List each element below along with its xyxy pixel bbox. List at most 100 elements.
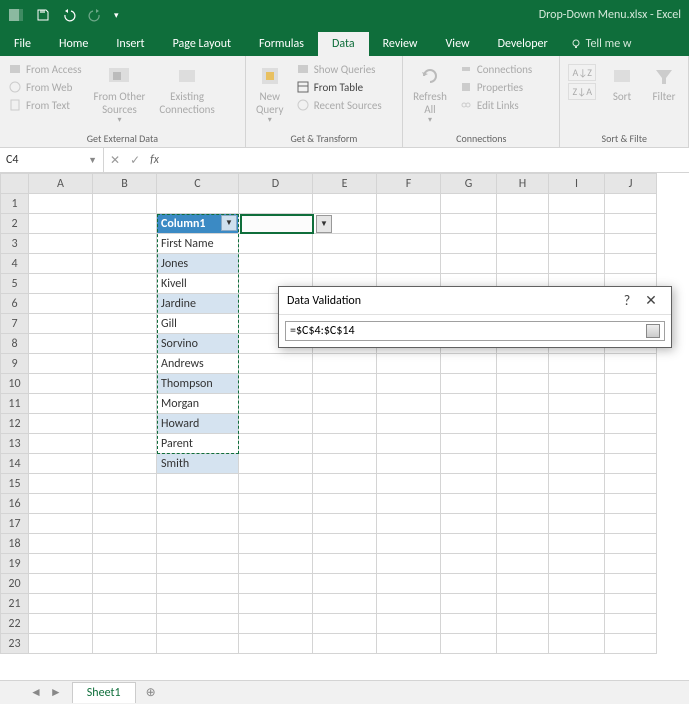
cell-D19[interactable] [239, 554, 313, 574]
cell-C19[interactable] [157, 554, 239, 574]
new-query-button[interactable]: New Query ▾ [252, 60, 288, 130]
cell-I15[interactable] [549, 474, 605, 494]
cell-J16[interactable] [605, 494, 657, 514]
cell-I18[interactable] [549, 534, 605, 554]
cell-G20[interactable] [441, 574, 497, 594]
cell-B5[interactable] [93, 274, 157, 294]
cell-I2[interactable] [549, 214, 605, 234]
accept-formula-icon[interactable]: ✓ [130, 153, 140, 168]
cell-F15[interactable] [377, 474, 441, 494]
cell-G21[interactable] [441, 594, 497, 614]
cell-B19[interactable] [93, 554, 157, 574]
cell-G16[interactable] [441, 494, 497, 514]
cell-J22[interactable] [605, 614, 657, 634]
cell-B20[interactable] [93, 574, 157, 594]
cell-J21[interactable] [605, 594, 657, 614]
sheet-tab-1[interactable]: Sheet1 [72, 682, 136, 703]
cell-J10[interactable] [605, 374, 657, 394]
cell-G22[interactable] [441, 614, 497, 634]
cell-G13[interactable] [441, 434, 497, 454]
cell-C15[interactable] [157, 474, 239, 494]
cell-C11[interactable]: Morgan [157, 394, 239, 414]
cell-C17[interactable] [157, 514, 239, 534]
add-sheet-button[interactable]: ⊕ [136, 682, 166, 703]
cell-H22[interactable] [497, 614, 549, 634]
table-filter-button[interactable]: ▼ [221, 215, 237, 231]
recent-sources-button[interactable]: Recent Sources [294, 96, 384, 114]
row-header-18[interactable]: 18 [1, 534, 29, 554]
cell-C2[interactable]: Column1▼ [157, 214, 239, 234]
row-header-13[interactable]: 13 [1, 434, 29, 454]
properties-button[interactable]: Properties [457, 78, 534, 96]
cell-A3[interactable] [29, 234, 93, 254]
fx-icon[interactable]: fx [150, 153, 159, 167]
row-header-2[interactable]: 2 [1, 214, 29, 234]
cell-G23[interactable] [441, 634, 497, 654]
cell-B11[interactable] [93, 394, 157, 414]
cell-H18[interactable] [497, 534, 549, 554]
cell-H17[interactable] [497, 514, 549, 534]
tab-view[interactable]: View [432, 32, 484, 56]
sort-asc-button[interactable]: A↓Z [568, 64, 596, 81]
validation-dropdown-button[interactable]: ▼ [316, 215, 332, 233]
validation-formula-input[interactable]: =$C$4:$C$14 [290, 324, 646, 338]
namebox-dropdown-icon[interactable]: ▼ [88, 155, 97, 166]
filter-button[interactable]: Filter [646, 60, 682, 130]
cell-I17[interactable] [549, 514, 605, 534]
sort-desc-button[interactable]: Z↓A [568, 83, 596, 100]
cell-A19[interactable] [29, 554, 93, 574]
row-header-15[interactable]: 15 [1, 474, 29, 494]
cell-D21[interactable] [239, 594, 313, 614]
cell-J1[interactable] [605, 194, 657, 214]
cell-A11[interactable] [29, 394, 93, 414]
cell-D16[interactable] [239, 494, 313, 514]
cell-H12[interactable] [497, 414, 549, 434]
cell-H3[interactable] [497, 234, 549, 254]
col-header-B[interactable]: B [93, 174, 157, 194]
col-header-D[interactable]: D [239, 174, 313, 194]
cell-A21[interactable] [29, 594, 93, 614]
cell-A4[interactable] [29, 254, 93, 274]
row-header-4[interactable]: 4 [1, 254, 29, 274]
cell-H19[interactable] [497, 554, 549, 574]
cell-J11[interactable] [605, 394, 657, 414]
cell-C18[interactable] [157, 534, 239, 554]
cell-H15[interactable] [497, 474, 549, 494]
sheet-nav-next-icon[interactable]: ► [50, 685, 62, 700]
cell-E15[interactable] [313, 474, 377, 494]
cell-B22[interactable] [93, 614, 157, 634]
cell-C12[interactable]: Howard [157, 414, 239, 434]
cell-B4[interactable] [93, 254, 157, 274]
cell-F9[interactable] [377, 354, 441, 374]
tab-pagelayout[interactable]: Page Layout [159, 32, 245, 56]
col-header-J[interactable]: J [605, 174, 657, 194]
existing-connections-button[interactable]: Existing Connections [155, 60, 218, 130]
cell-F17[interactable] [377, 514, 441, 534]
cell-D17[interactable] [239, 514, 313, 534]
cell-F20[interactable] [377, 574, 441, 594]
cell-D18[interactable] [239, 534, 313, 554]
cell-J20[interactable] [605, 574, 657, 594]
cell-B1[interactable] [93, 194, 157, 214]
row-header-14[interactable]: 14 [1, 454, 29, 474]
cell-F16[interactable] [377, 494, 441, 514]
cell-A13[interactable] [29, 434, 93, 454]
row-header-5[interactable]: 5 [1, 274, 29, 294]
cell-F22[interactable] [377, 614, 441, 634]
cell-A10[interactable] [29, 374, 93, 394]
cell-E11[interactable] [313, 394, 377, 414]
cell-I23[interactable] [549, 634, 605, 654]
cell-J14[interactable] [605, 454, 657, 474]
cell-H23[interactable] [497, 634, 549, 654]
cell-I4[interactable] [549, 254, 605, 274]
cell-B17[interactable] [93, 514, 157, 534]
redo-icon[interactable] [88, 8, 102, 22]
cell-D10[interactable] [239, 374, 313, 394]
cell-E1[interactable] [313, 194, 377, 214]
from-web-button[interactable]: From Web [6, 78, 84, 96]
row-header-23[interactable]: 23 [1, 634, 29, 654]
cell-G14[interactable] [441, 454, 497, 474]
cell-G15[interactable] [441, 474, 497, 494]
cell-A5[interactable] [29, 274, 93, 294]
col-header-I[interactable]: I [549, 174, 605, 194]
